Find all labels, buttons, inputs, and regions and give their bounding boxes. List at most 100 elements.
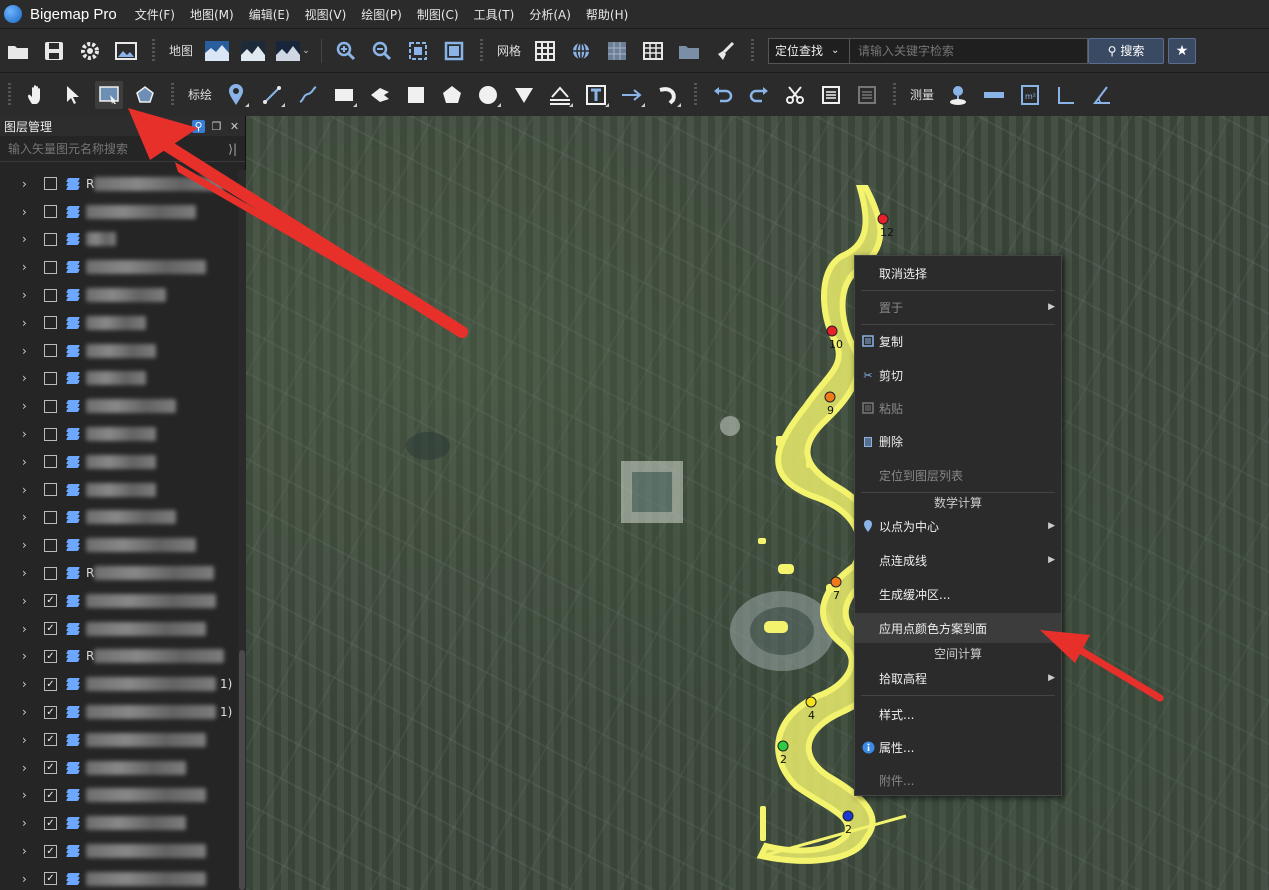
expand-chevron-icon[interactable]: › — [22, 594, 34, 608]
layer-row[interactable]: › ✓ — [0, 615, 238, 643]
map-marker[interactable] — [777, 740, 789, 752]
expand-chevron-icon[interactable]: › — [22, 761, 34, 775]
map-marker[interactable] — [877, 213, 889, 225]
menu-analysis[interactable]: 分析(A) — [529, 6, 571, 23]
panel-close-icon[interactable]: ✕ — [228, 120, 241, 133]
measure-distance-icon[interactable] — [980, 81, 1008, 109]
layer-row[interactable]: › ✓ — [0, 809, 238, 837]
layer-row[interactable]: › ✓ R — [0, 643, 238, 671]
image-icon[interactable] — [112, 37, 140, 65]
layer-row[interactable]: › — [0, 420, 238, 448]
terrain-map-icon[interactable]: ⌄ — [275, 37, 311, 65]
zoom-out-icon[interactable] — [368, 37, 396, 65]
zoom-in-icon[interactable] — [332, 37, 360, 65]
layer-checkbox[interactable] — [44, 288, 57, 302]
toolbar-grip[interactable] — [171, 82, 174, 107]
satellite-map-icon[interactable] — [203, 37, 231, 65]
layer-list-scrollbar[interactable] — [238, 170, 246, 890]
expand-chevron-icon[interactable]: › — [22, 649, 34, 663]
layer-row[interactable]: › — [0, 198, 238, 226]
expand-chevron-icon[interactable]: › — [22, 288, 34, 302]
menu-copy[interactable]: 复制 — [855, 326, 1061, 356]
layer-row[interactable]: › — [0, 337, 238, 365]
map-marker[interactable] — [830, 576, 842, 588]
curve-arrow-icon[interactable] — [654, 81, 682, 109]
layer-checkbox[interactable]: ✓ — [44, 649, 57, 663]
expand-chevron-icon[interactable]: › — [22, 538, 34, 552]
menu-buffer[interactable]: 生成缓冲区... — [855, 579, 1061, 609]
folder-map-icon[interactable] — [675, 37, 703, 65]
expand-chevron-icon[interactable]: › — [22, 510, 34, 524]
layer-name[interactable] — [86, 538, 200, 553]
layer-row[interactable]: › ✓ — [0, 726, 238, 754]
layer-name[interactable]: 1) — [86, 677, 232, 692]
favorite-star-button[interactable]: ★ — [1168, 37, 1197, 64]
layer-checkbox[interactable] — [44, 510, 57, 524]
layer-name[interactable] — [86, 760, 190, 775]
layer-checkbox[interactable] — [44, 260, 57, 274]
layer-checkbox[interactable] — [44, 455, 57, 469]
polygon-arrow-icon[interactable] — [366, 81, 394, 109]
expand-chevron-icon[interactable]: › — [22, 483, 34, 497]
layer-name[interactable] — [86, 621, 210, 636]
layer-name[interactable] — [86, 204, 200, 219]
menu-file[interactable]: 文件(F) — [135, 6, 175, 23]
expand-chevron-icon[interactable]: › — [22, 455, 34, 469]
layer-name[interactable]: 1) — [86, 705, 232, 720]
pentagon-icon[interactable] — [438, 81, 466, 109]
layer-name[interactable] — [86, 399, 180, 414]
toolbar-grip[interactable] — [8, 82, 11, 107]
full-extent-icon[interactable] — [440, 37, 468, 65]
layer-row[interactable]: › — [0, 476, 238, 504]
settings-gear-icon[interactable] — [76, 37, 104, 65]
menu-view[interactable]: 视图(V) — [305, 6, 347, 23]
menu-paste[interactable]: 粘贴 — [855, 393, 1061, 423]
toolbar-grip[interactable] — [480, 38, 484, 63]
layer-row[interactable]: › ✓ 1) — [0, 698, 238, 726]
layer-name[interactable] — [86, 482, 160, 497]
layer-row[interactable]: › R — [0, 559, 238, 587]
map-marker[interactable] — [824, 391, 836, 403]
layer-row[interactable]: › — [0, 365, 238, 393]
menu-map[interactable]: 地图(M) — [190, 6, 234, 23]
layer-checkbox[interactable] — [44, 427, 57, 441]
layer-checkbox[interactable]: ✓ — [44, 761, 57, 775]
layer-name[interactable]: R — [86, 649, 228, 664]
expand-chevron-icon[interactable]: › — [22, 427, 34, 441]
layer-name[interactable] — [86, 510, 180, 525]
layer-row[interactable]: › ✓ — [0, 865, 238, 890]
menu-cut[interactable]: ✂ 剪切 — [855, 360, 1061, 390]
layer-name[interactable] — [86, 732, 210, 747]
menu-edit[interactable]: 编辑(E) — [249, 6, 290, 23]
measure-area-icon[interactable]: m² — [1016, 81, 1044, 109]
scrollbar-thumb[interactable] — [239, 650, 245, 890]
expand-chevron-icon[interactable]: › — [22, 260, 34, 274]
layer-checkbox[interactable] — [44, 205, 57, 219]
layer-checkbox[interactable]: ✓ — [44, 594, 57, 608]
expand-chevron-icon[interactable]: › — [22, 705, 34, 719]
menu-elevation[interactable]: 拾取高程 ▶ — [855, 663, 1061, 693]
map-marker[interactable] — [842, 810, 854, 822]
marker-point-icon[interactable] — [222, 81, 250, 109]
layer-name[interactable] — [86, 788, 210, 803]
layer-name[interactable] — [86, 343, 160, 358]
open-folder-icon[interactable] — [4, 37, 32, 65]
rectangle-icon[interactable] — [330, 81, 358, 109]
layer-name[interactable] — [86, 844, 210, 859]
layer-checkbox[interactable]: ✓ — [44, 705, 57, 719]
panel-float-icon[interactable]: ❐ — [210, 120, 223, 133]
toolbar-grip[interactable] — [893, 82, 897, 107]
layer-name[interactable] — [86, 371, 150, 386]
expand-chevron-icon[interactable]: › — [22, 677, 34, 691]
zoom-extent-icon[interactable] — [404, 37, 432, 65]
menu-tools[interactable]: 工具(T) — [474, 6, 515, 23]
menu-locate-layer[interactable]: 定位到图层列表 — [855, 460, 1061, 490]
layer-checkbox[interactable]: ✓ — [44, 622, 57, 636]
layer-checkbox[interactable]: ✓ — [44, 733, 57, 747]
expand-chevron-icon[interactable]: › — [22, 316, 34, 330]
expand-chevron-icon[interactable]: › — [22, 566, 34, 580]
layer-checkbox[interactable]: ✓ — [44, 677, 57, 691]
collapse-panel-icon[interactable]: ⟩| — [228, 142, 237, 156]
layer-checkbox[interactable] — [44, 177, 57, 191]
layer-checkbox[interactable]: ✓ — [44, 816, 57, 830]
